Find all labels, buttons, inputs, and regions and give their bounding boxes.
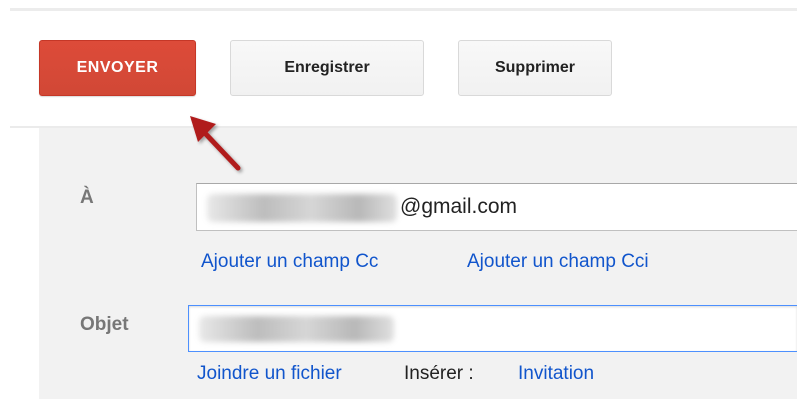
redacted-address (207, 194, 397, 222)
subject-input[interactable] (188, 305, 797, 352)
insert-invitation-link[interactable]: Invitation (518, 363, 594, 385)
save-draft-button[interactable]: Enregistrer (230, 40, 424, 96)
to-input[interactable]: @gmail.com (196, 183, 797, 231)
compose-panel (39, 128, 797, 399)
subject-label: Objet (80, 314, 129, 335)
add-bcc-link[interactable]: Ajouter un champ Cci (467, 251, 649, 273)
compose-window: ENVOYER Enregistrer Supprimer À @gmail.c… (0, 0, 797, 399)
to-label: À (80, 187, 94, 208)
attach-file-link[interactable]: Joindre un fichier (197, 363, 342, 385)
send-button[interactable]: ENVOYER (39, 40, 196, 96)
delete-button[interactable]: Supprimer (458, 40, 612, 96)
insert-label: Insérer : (404, 363, 474, 384)
redacted-subject (199, 316, 394, 342)
top-divider (10, 8, 797, 11)
annotation-arrow-icon (190, 116, 241, 171)
add-cc-link[interactable]: Ajouter un champ Cc (201, 251, 378, 273)
to-address-domain: @gmail.com (400, 195, 518, 218)
